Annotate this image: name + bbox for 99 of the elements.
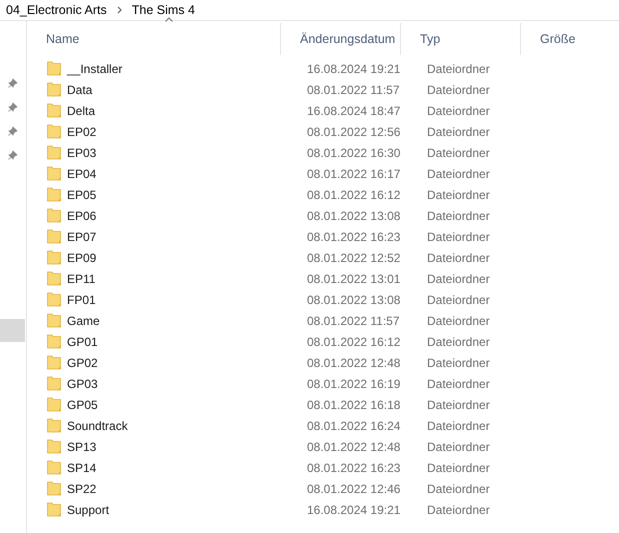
file-name[interactable]: EP09 xyxy=(67,248,96,266)
folder-icon xyxy=(47,61,61,76)
modified-date: 08.01.2022 16:12 xyxy=(307,334,402,350)
folder-icon xyxy=(47,355,61,370)
modified-date: 08.01.2022 16:23 xyxy=(307,228,402,246)
folder-icon xyxy=(47,145,61,160)
modified-date: 08.01.2022 13:01 xyxy=(307,270,402,288)
modified-date: 08.01.2022 12:56 xyxy=(307,124,402,140)
pin-icon[interactable] xyxy=(8,126,18,136)
file-name[interactable]: EP03 xyxy=(67,144,96,162)
folder-icon xyxy=(47,271,61,286)
file-type: Dateiordner xyxy=(427,418,490,434)
file-type: Dateiordner xyxy=(427,102,490,120)
file-type: Dateiordner xyxy=(427,144,490,162)
file-name[interactable]: GP02 xyxy=(67,354,98,372)
modified-date: 16.08.2024 18:47 xyxy=(307,102,402,120)
file-name[interactable]: EP05 xyxy=(67,186,96,204)
column-header[interactable]: Name xyxy=(46,30,80,49)
file-type: Dateiordner xyxy=(427,166,490,182)
file-name[interactable]: Data xyxy=(67,80,92,98)
file-type: Dateiordner xyxy=(427,82,490,98)
folder-icon xyxy=(47,187,61,202)
file-name[interactable]: GP03 xyxy=(67,374,98,392)
file-type: Dateiordner xyxy=(427,376,490,392)
file-type: Dateiordner xyxy=(427,60,490,78)
modified-date: 08.01.2022 12:48 xyxy=(307,438,402,456)
folder-icon xyxy=(47,460,61,475)
folder-icon xyxy=(47,481,61,496)
file-name[interactable]: EP11 xyxy=(67,270,96,288)
file-name[interactable]: Game xyxy=(67,312,100,330)
modified-date: 08.01.2022 11:57 xyxy=(307,82,401,98)
modified-date: 08.01.2022 16:18 xyxy=(307,396,402,414)
breadcrumb-item[interactable]: The Sims 4 xyxy=(132,0,195,20)
folder-icon xyxy=(47,229,61,244)
file-name[interactable]: FP01 xyxy=(67,290,96,308)
file-type: Dateiordner xyxy=(427,186,490,204)
modified-date: 08.01.2022 13:08 xyxy=(307,208,402,224)
modified-date: 08.01.2022 16:24 xyxy=(307,418,402,434)
file-type: Dateiordner xyxy=(427,250,490,266)
folder-icon xyxy=(47,103,61,118)
modified-date: 08.01.2022 16:12 xyxy=(307,186,402,204)
file-type: Dateiordner xyxy=(427,502,490,518)
file-type: Dateiordner xyxy=(427,228,490,246)
modified-date: 08.01.2022 11:57 xyxy=(307,312,401,330)
file-type: Dateiordner xyxy=(427,480,490,498)
folder-icon xyxy=(47,124,61,139)
file-name[interactable]: SP13 xyxy=(67,438,96,456)
file-name[interactable]: GP01 xyxy=(67,332,98,350)
pin-icon[interactable] xyxy=(8,78,18,88)
file-type: Dateiordner xyxy=(427,292,490,308)
file-name[interactable]: EP02 xyxy=(67,122,96,140)
modified-date: 08.01.2022 12:48 xyxy=(307,354,402,372)
column-header[interactable]: Änderungsdatum xyxy=(300,30,396,49)
folder-icon xyxy=(47,250,61,265)
file-type: Dateiordner xyxy=(427,334,490,350)
modified-date: 08.01.2022 12:46 xyxy=(307,480,402,498)
folder-icon xyxy=(47,334,61,349)
breadcrumb-item[interactable]: 04_Electronic Arts xyxy=(6,0,107,20)
chevron-right-icon[interactable] xyxy=(116,6,122,14)
folder-icon xyxy=(47,82,61,97)
file-type: Dateiordner xyxy=(427,396,490,414)
modified-date: 16.08.2024 19:21 xyxy=(307,502,402,518)
folder-icon xyxy=(47,208,61,223)
modified-date: 08.01.2022 16:23 xyxy=(307,460,402,476)
file-name[interactable]: Delta xyxy=(67,102,96,120)
file-type: Dateiordner xyxy=(427,208,490,224)
file-name[interactable]: SP22 xyxy=(67,480,96,498)
modified-date: 16.08.2024 19:21 xyxy=(307,60,402,78)
folder-icon xyxy=(47,418,61,433)
file-type: Dateiordner xyxy=(427,270,490,288)
file-type: Dateiordner xyxy=(427,354,490,372)
file-type: Dateiordner xyxy=(427,312,490,330)
file-name[interactable]: GP05 xyxy=(67,396,98,414)
file-type: Dateiordner xyxy=(427,438,490,456)
pin-icon[interactable] xyxy=(8,150,18,160)
column-header[interactable]: Größe xyxy=(540,30,576,49)
folder-icon xyxy=(47,166,61,181)
pin-icon[interactable] xyxy=(8,102,18,112)
file-name[interactable]: EP04 xyxy=(67,164,96,182)
file-name[interactable]: EP06 xyxy=(67,206,96,224)
folder-icon xyxy=(47,502,61,517)
file-type: Dateiordner xyxy=(427,124,490,140)
column-header[interactable]: Typ xyxy=(420,30,440,49)
file-type: Dateiordner xyxy=(427,460,490,476)
modified-date: 08.01.2022 16:17 xyxy=(307,166,402,182)
folder-icon xyxy=(47,439,61,454)
modified-date: 08.01.2022 12:52 xyxy=(307,250,402,266)
file-name[interactable]: __Installer xyxy=(67,60,122,78)
modified-date: 08.01.2022 16:19 xyxy=(307,376,402,392)
modified-date: 08.01.2022 16:30 xyxy=(307,144,402,162)
file-name[interactable]: Soundtrack xyxy=(67,416,128,434)
file-name[interactable]: EP07 xyxy=(67,228,96,246)
folder-icon xyxy=(47,397,61,412)
folder-icon xyxy=(47,376,61,391)
file-name[interactable]: SP14 xyxy=(67,458,96,476)
folder-icon xyxy=(47,313,61,328)
folder-icon xyxy=(47,292,61,307)
file-name[interactable]: Support xyxy=(67,500,110,518)
modified-date: 08.01.2022 13:08 xyxy=(307,292,402,308)
